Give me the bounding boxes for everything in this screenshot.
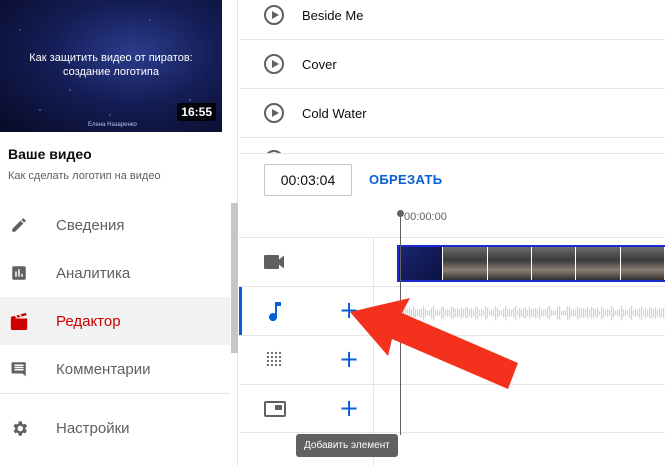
picture-in-picture-icon [264,399,286,419]
editor-panel: Beside Me Cover Cold Water 00:03:04 ОБРЕ… [239,0,665,466]
list-item[interactable]: Beside Me [239,0,665,40]
end-screen-grid-icon [264,350,286,370]
toolbar-divider [239,153,665,154]
film-frame [531,247,577,280]
red-arrow-annotation [350,298,518,389]
film-frame [443,247,488,280]
film-frame [399,247,444,280]
nav-label: Редактор [56,312,121,330]
thumbnail-caption: Как защитить видео от пиратов: создание … [29,52,193,78]
nav-label: Настройки [56,419,130,437]
video-title: Как сделать логотип на видео [8,170,161,182]
nav-item-editor[interactable]: Редактор [0,297,230,345]
track-name: Beside Me [302,7,364,23]
thumbnail-author: Елена Назаренко [88,122,137,128]
sidebar-scrollbar[interactable] [231,203,238,353]
current-time-field[interactable]: 00:03:04 [264,164,352,196]
list-item[interactable]: Cold Water [239,89,665,138]
play-icon[interactable] [264,5,284,25]
play-icon[interactable] [264,103,284,123]
add-element-tooltip: Добавить элемент [296,434,398,457]
video-thumbnail[interactable]: Как защитить видео от пиратов: создание … [0,0,222,132]
video-camera-icon [264,252,286,272]
video-duration: 16:55 [177,103,216,121]
nav-label: Комментарии [56,360,151,378]
nav-item-settings[interactable]: Настройки [0,404,230,452]
playhead-handle[interactable] [397,210,404,217]
nav-label: Аналитика [56,264,131,282]
film-frame [487,247,532,280]
music-note-icon [264,301,286,321]
section-label: Ваше видео [8,146,92,162]
comment-icon [9,359,29,379]
nav-item-details[interactable]: Сведения [0,201,230,249]
nav-divider [0,393,230,394]
film-frame [620,247,665,280]
pencil-icon [9,215,29,235]
clapperboard-icon [9,311,29,331]
track-name: Cold Water [302,105,367,121]
video-filmstrip[interactable] [397,245,665,282]
add-element-button[interactable]: + [339,396,359,420]
nav-label: Сведения [56,216,125,234]
timeline-timestamp: 00:00:00 [404,211,447,223]
analytics-icon [9,263,29,283]
timeline-row-annotations: + [239,384,665,433]
film-frame [576,247,621,280]
sidebar: Как защитить видео от пиратов: создание … [0,0,238,466]
gear-icon [9,418,29,438]
trim-button[interactable]: ОБРЕЗАТЬ [369,172,442,187]
nav-item-comments[interactable]: Комментарии [0,345,230,393]
list-item[interactable]: Cover [239,40,665,89]
play-icon[interactable] [264,54,284,74]
track-name: Cover [302,56,337,72]
nav-item-analytics[interactable]: Аналитика [0,249,230,297]
